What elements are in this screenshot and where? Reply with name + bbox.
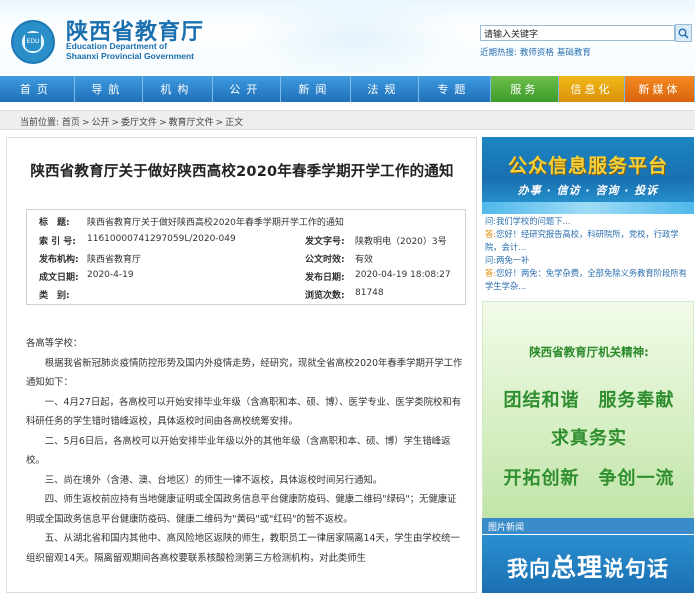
qa-item[interactable]: 问:两免一补 <box>485 254 691 267</box>
meta-row: 类 别: 浏览次数: 81748 <box>27 288 467 306</box>
site-title-en-line2: Shaanxi Provincial Government <box>66 51 195 61</box>
article-paragraph: 三、尚在境外（含港、澳、台地区）的师生一律不返校，具体返校时间另行通知。 <box>44 474 383 486</box>
meta-row: 索 引 号: 11610000741297059L/2020-049 发文字号:… <box>27 234 467 252</box>
talk-to-premier-banner[interactable]: 我向总理说句话 <box>482 535 694 593</box>
nav-item-informatization[interactable]: 信息化 <box>558 76 626 102</box>
meta-value: 11610000741297059L/2020-049 <box>87 234 236 244</box>
meta-label: 标 题: <box>39 218 70 228</box>
article-body: 各高等学校： 根据我省新冠肺炎疫情防控形势及国内外疫情走势，经研究，现就全省高校… <box>26 334 464 568</box>
meta-label: 发文字号: <box>305 237 345 247</box>
office-spirit-banner[interactable]: 陕西省教育厅机关精神: 团结和谐 服务奉献 求真务实 开拓创新 争创一流 <box>482 301 694 527</box>
meta-value: 有效 <box>355 255 374 265</box>
meta-label: 成文日期: <box>39 273 79 283</box>
meta-label: 发布机构: <box>39 255 79 265</box>
article-paragraph: 根据我省新冠肺炎疫情防控形势及国内外疫情走势，经研究，现就全省高校2020年春季… <box>26 357 463 389</box>
meta-value: 陕教明电（2020）3号 <box>355 237 447 247</box>
article-paragraph: 二、5月6日后，各高校可以开始安排毕业年级以外的其他年级（含高职和本、硕、博）学… <box>26 435 451 467</box>
banner-decoration <box>482 202 694 214</box>
site-title-en: Education Department of Shaanxi Provinci… <box>66 41 194 61</box>
answer-prefix: 答: <box>485 268 497 278</box>
qa-item[interactable]: 问:我们学校的问题下... <box>485 215 691 228</box>
talk-text-pre: 我向 <box>507 556 551 581</box>
answer-prefix: 答: <box>485 229 497 239</box>
breadcrumb-sep: > <box>215 118 224 128</box>
meta-row: 成文日期: 2020-4-19 发布日期: 2020-04-19 18:08:2… <box>27 270 467 288</box>
edu-logo-icon[interactable]: EDU <box>11 20 55 64</box>
hot-link[interactable]: 基础教育 <box>557 48 591 58</box>
article-meta-table: 标 题: 陕西省教育厅关于做好陕西高校2020年春季学期开学工作的通知 索 引 … <box>26 209 466 305</box>
search-button[interactable] <box>675 24 692 42</box>
public-service-banner[interactable]: 公众信息服务平台 办事 · 信访 · 咨询 · 投诉 <box>482 137 694 214</box>
spirit-title: 陕西省教育厅机关精神: <box>529 345 649 359</box>
talk-banner-text: 我向总理说句话 <box>507 548 669 584</box>
breadcrumb-prefix: 当前位置: <box>20 118 60 128</box>
article-paragraph: 五、从湖北省和国内其他中、高风险地区返陕的师生，教职员工一律居家隔离14天，学生… <box>26 533 460 564</box>
service-banner-subtitle: 办事 · 信访 · 咨询 · 投诉 <box>517 184 659 197</box>
qa-list: 问:我们学校的问题下... 答:您好！经研究报告高校，科研院所，党校，行政学院，… <box>482 215 694 296</box>
site-header: EDU 陕西省教育厅 Education Department of Shaan… <box>0 0 695 74</box>
breadcrumb-item: 正文 <box>225 118 244 128</box>
meta-value: 陕西省教育厅 <box>87 255 142 265</box>
article-paragraph: 各高等学校： <box>26 338 83 349</box>
breadcrumb-sep: > <box>111 118 120 128</box>
article-panel: 陕西省教育厅关于做好陕西高校2020年春季学期开学工作的通知 标 题: 陕西省教… <box>6 137 477 593</box>
picture-news-header[interactable]: 图片新闻 <box>482 518 694 534</box>
nav-item-new-media[interactable]: 新媒体 <box>625 76 695 102</box>
nav-item-laws[interactable]: 法规 <box>351 76 419 102</box>
breadcrumb-item[interactable]: 首页 <box>62 118 80 128</box>
site-title-en-line1: Education Department of <box>66 41 168 51</box>
hot-search: 近期热搜: 教师资格 基础教育 <box>480 46 591 58</box>
breadcrumb-item[interactable]: 委厅文件 <box>121 118 157 128</box>
question-prefix: 问: <box>485 216 497 226</box>
nav-item-service[interactable]: 服务 <box>490 76 559 102</box>
nav-item-guide[interactable]: 导航 <box>75 76 143 102</box>
meta-label: 浏览次数: <box>305 291 345 301</box>
meta-label: 公文时效: <box>305 255 345 265</box>
view-count: 81748 <box>355 288 384 298</box>
meta-value: 2020-4-19 <box>87 270 134 280</box>
spirit-line: 求真务实 <box>551 428 627 449</box>
answer-text[interactable]: 您好！经研究报告高校，科研院所，党校，行政学院，会计... <box>485 229 679 252</box>
question-text[interactable]: 两免一补 <box>496 255 529 265</box>
article-paragraph: 一、4月27日起，各高校可以开始安排毕业年级（含高职和本、硕、博）、医学专业、医… <box>26 396 462 428</box>
breadcrumb-sep: > <box>159 118 167 128</box>
meta-row: 标 题: 陕西省教育厅关于做好陕西高校2020年春季学期开学工作的通知 <box>27 215 467 233</box>
answer-text[interactable]: 您好！两免：免学杂费，全部免除义务教育阶段所有学生学杂... <box>485 268 687 291</box>
hot-search-label: 近期热搜: <box>480 48 517 58</box>
article-title: 陕西省教育厅关于做好陕西高校2020年春季学期开学工作的通知 <box>30 164 454 180</box>
meta-value: 2020-04-19 18:08:27 <box>355 270 451 280</box>
qa-item[interactable]: 答:您好！两免：免学杂费，全部免除义务教育阶段所有学生学杂... <box>485 267 691 293</box>
meta-label: 发布日期: <box>305 273 345 283</box>
breadcrumb: 当前位置: 首页 > 公开 > 委厅文件 > 教育厅文件 > 正文 <box>0 110 695 130</box>
question-prefix: 问: <box>485 255 497 265</box>
breadcrumb-item[interactable]: 公开 <box>91 118 109 128</box>
breadcrumb-item[interactable]: 教育厅文件 <box>169 118 214 128</box>
nav-item-topics[interactable]: 专题 <box>419 76 491 102</box>
meta-label: 类 别: <box>39 291 70 301</box>
article-paragraph: 四、师生返校前应持有当地健康证明或全国政务信息平台健康防疫码、健康二维码"绿码"… <box>26 494 457 525</box>
meta-value: 陕西省教育厅关于做好陕西高校2020年春季学期开学工作的通知 <box>87 218 344 228</box>
talk-text-big: 总理 <box>551 553 604 582</box>
nav-item-public[interactable]: 公开 <box>213 76 281 102</box>
main-nav: 首页 导航 机构 公开 新闻 法规 专题 服务 信息化 新媒体 <box>0 76 695 102</box>
question-text[interactable]: 我们学校的问题下... <box>496 216 570 226</box>
nav-item-org[interactable]: 机构 <box>143 76 213 102</box>
talk-text-post: 说句话 <box>603 556 670 581</box>
service-banner-title: 公众信息服务平台 <box>507 155 668 177</box>
breadcrumb-sep: > <box>81 118 90 128</box>
hot-link[interactable]: 教师资格 <box>520 48 554 58</box>
spirit-line: 团结和谐 服务奉献 <box>503 390 675 411</box>
search-icon <box>678 28 689 39</box>
spirit-line: 开拓创新 争创一流 <box>503 468 675 489</box>
meta-row: 发布机构: 陕西省教育厅 公文时效: 有效 <box>27 252 467 270</box>
qa-item[interactable]: 答:您好！经研究报告高校，科研院所，党校，行政学院，会计... <box>485 228 691 254</box>
nav-item-news[interactable]: 新闻 <box>281 76 351 102</box>
search-input[interactable] <box>480 25 675 41</box>
nav-item-home[interactable]: 首页 <box>0 76 75 102</box>
meta-label: 索 引 号: <box>39 237 76 247</box>
